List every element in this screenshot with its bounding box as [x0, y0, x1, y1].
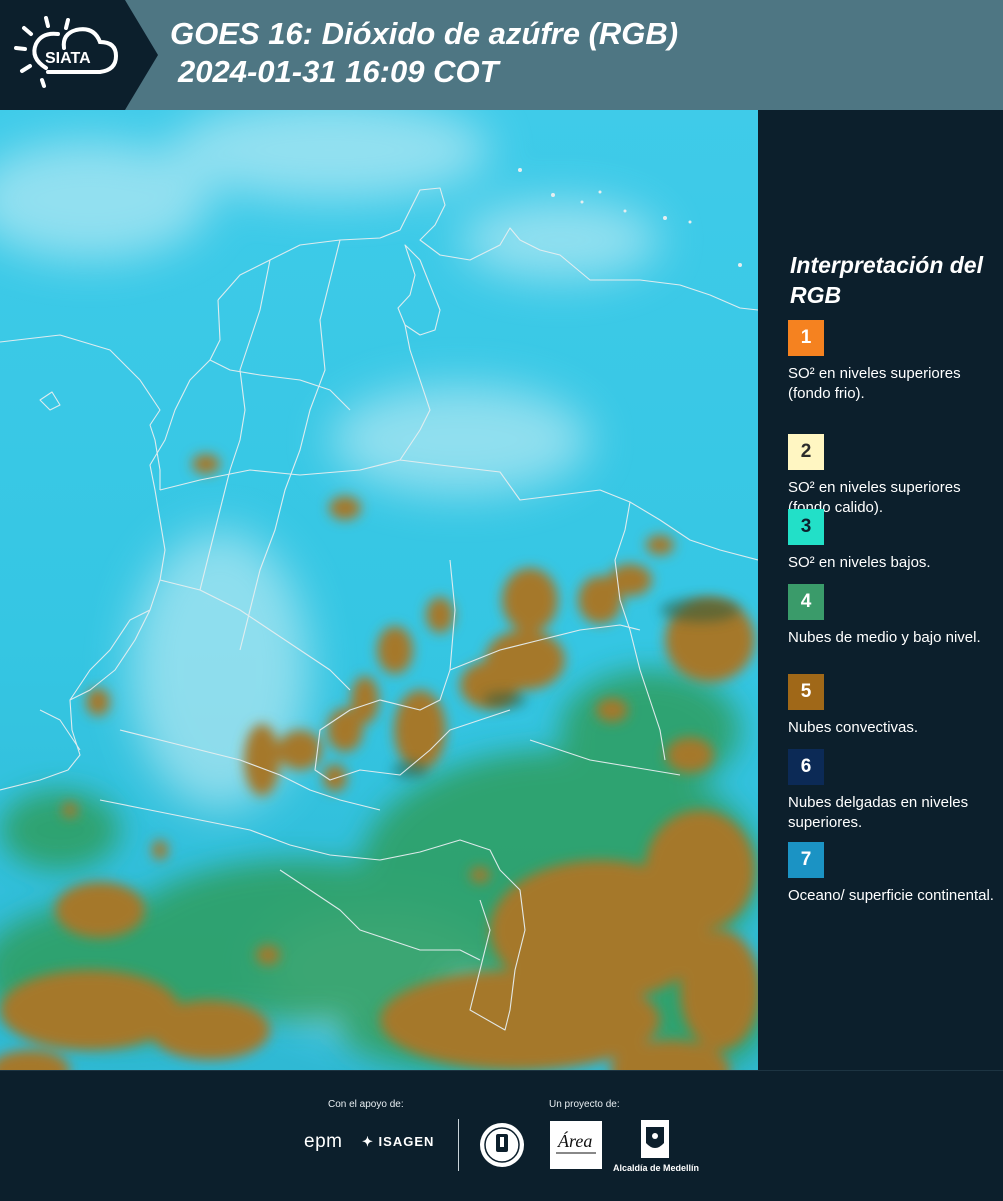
legend-item-4: 4 Nubes de medio y bajo nivel. [788, 584, 998, 648]
legend-swatch-3: 3 [788, 509, 824, 545]
isagen-mark-icon: ✦ [362, 1134, 374, 1149]
legend-swatch-6: 6 [788, 749, 824, 785]
timestamp: 2024-01-31 16:09 COT [178, 54, 499, 89]
legend-label-4: Nubes de medio y bajo nivel. [788, 629, 981, 646]
alcaldia-label: Alcaldía de Medellín [613, 1163, 700, 1173]
footer-divider [458, 1119, 459, 1171]
svg-text:Área: Área [557, 1130, 592, 1151]
siata-logo: SIATA [0, 0, 158, 110]
legend-title: Interpretación del RGB [790, 252, 983, 308]
header-bar: SIATA GOES 16: Dióxido de azúfre (RGB) 2… [0, 0, 1003, 110]
legend-item-7: 7 Oceano/ superficie continental. [788, 842, 998, 906]
area-metropolitana-logo: Área [550, 1121, 602, 1169]
legend-item-6: 6 Nubes delgadas en niveles superiores. [788, 749, 998, 833]
legend-panel: Interpretación del RGB 1 SO² en niveles s… [758, 110, 1003, 1070]
legend-label-1: SO² en niveles superiores (fondo frio). [788, 365, 961, 402]
legend-swatch-7: 7 [788, 842, 824, 878]
legend-swatch-4: 4 [788, 584, 824, 620]
epm-logo: epm [304, 1131, 343, 1152]
project-label: Un proyecto de: [549, 1099, 620, 1110]
legend-item-1: 1 SO² en niveles superiores (fondo frio). [788, 320, 998, 404]
isagen-logo: ✦ ISAGEN [362, 1134, 434, 1150]
siata-sun-cloud-icon: SIATA [14, 16, 119, 88]
legend-label-3: SO² en niveles bajos. [788, 554, 931, 571]
satellite-map [0, 110, 758, 1070]
support-label: Con el apoyo de: [328, 1099, 404, 1110]
isagen-logo-text: ISAGEN [378, 1134, 435, 1149]
legend-item-3: 3 SO² en niveles bajos. [788, 509, 998, 573]
university-seal-icon [480, 1123, 524, 1167]
legend-item-2: 2 SO² en niveles superiores (fondo calido… [788, 434, 998, 518]
alcaldia-shield-icon [641, 1120, 669, 1158]
legend-label-5: Nubes convectivas. [788, 719, 919, 736]
siata-logo-text: SIATA [45, 50, 91, 67]
legend-swatch-5: 5 [788, 674, 824, 710]
legend-swatch-1: 1 [788, 320, 824, 356]
legend-swatch-2: 2 [788, 434, 824, 470]
legend-item-5: 5 Nubes convectivas. [788, 674, 998, 738]
footer: Con el apoyo de: Un proyecto de: epm ✦ I… [0, 1070, 1003, 1201]
legend-label-7: Oceano/ superficie continental. [788, 887, 994, 904]
page-title: GOES 16: Dióxido de azúfre (RGB) [170, 16, 679, 51]
rgb-sulfur-dioxide-image [0, 110, 758, 1070]
legend-label-6: Nubes delgadas en niveles superiores. [788, 794, 969, 831]
